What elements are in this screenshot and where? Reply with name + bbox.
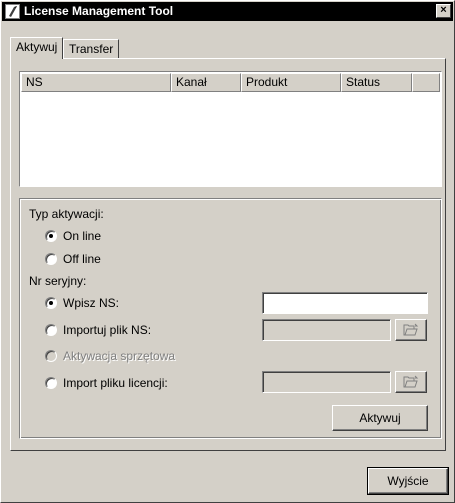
online-radio-label: On line: [63, 229, 102, 243]
app-icon: [5, 4, 20, 19]
title-bar: License Management Tool ×: [2, 2, 453, 21]
serial-number-label: Nr seryjny:: [29, 274, 87, 288]
enter-ns-radio[interactable]: [45, 297, 57, 309]
license-management-window: License Management Tool × Aktywuj Transf…: [0, 0, 455, 503]
column-header-status[interactable]: Status: [341, 73, 412, 92]
import-ns-radio[interactable]: [45, 324, 57, 336]
hardware-activation-radio-label: Aktywacja sprzętowa: [63, 349, 176, 363]
column-header-produkt[interactable]: Produkt: [241, 73, 341, 92]
import-license-radio-label: Import pliku licencji:: [63, 376, 168, 390]
tab-aktywuj[interactable]: Aktywuj: [10, 37, 64, 59]
online-radio[interactable]: [45, 230, 57, 242]
window-title: License Management Tool: [24, 4, 174, 18]
license-file-path-field[interactable]: [262, 371, 391, 393]
offline-radio-label: Off line: [63, 252, 101, 266]
ns-file-path-field[interactable]: [262, 319, 391, 341]
import-license-radio[interactable]: [45, 377, 57, 389]
enter-ns-radio-label: Wpisz NS:: [63, 296, 120, 310]
hardware-activation-radio[interactable]: [45, 350, 57, 362]
folder-open-icon: [403, 375, 419, 388]
exit-button[interactable]: Wyjście: [367, 467, 449, 495]
serial-number-field[interactable]: [262, 292, 428, 314]
close-button[interactable]: ×: [436, 4, 451, 18]
folder-open-icon: [403, 323, 419, 336]
column-header-kanal[interactable]: Kanał: [171, 73, 241, 92]
browse-ns-file-button[interactable]: [395, 319, 427, 341]
activate-button[interactable]: Aktywuj: [332, 405, 428, 431]
import-ns-radio-label: Importuj plik NS:: [63, 323, 152, 337]
tab-transfer[interactable]: Transfer: [63, 39, 120, 59]
license-list[interactable]: NS Kanał Produkt Status: [19, 71, 442, 187]
column-header-ns[interactable]: NS: [21, 73, 171, 92]
column-header-filler: [412, 73, 440, 92]
offline-radio[interactable]: [45, 253, 57, 265]
serial-number-input[interactable]: [263, 293, 427, 313]
browse-license-file-button[interactable]: [395, 371, 427, 393]
activation-type-label: Typ aktywacji:: [29, 207, 104, 221]
